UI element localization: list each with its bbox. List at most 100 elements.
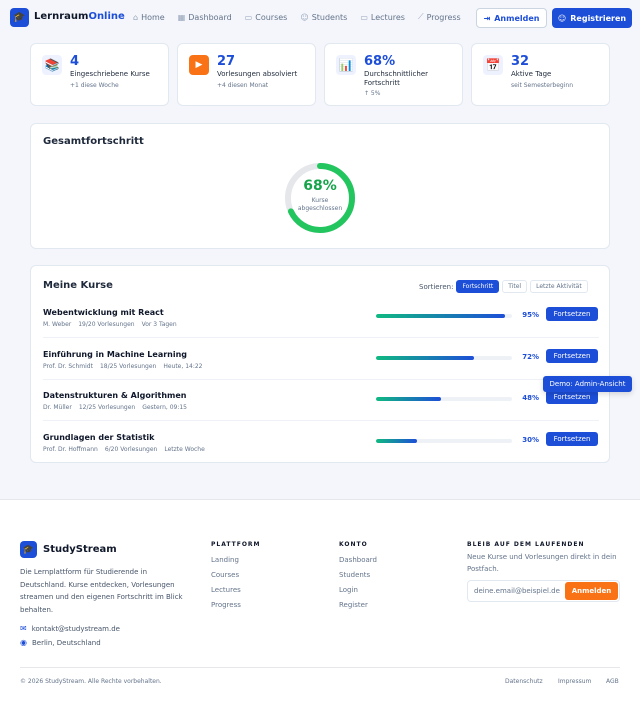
chart-icon: ⟋ xyxy=(417,12,424,21)
footer-divider xyxy=(20,667,620,668)
divider xyxy=(43,337,599,338)
footer-location: ◉ Berlin, Deutschland xyxy=(20,638,101,647)
user-plus-icon: ☺ xyxy=(557,13,567,23)
course-meta: Dr. Müller 12/25 Vorlesungen Gestern, 09:1… xyxy=(43,404,187,411)
newsletter-form: Anmelden xyxy=(467,580,620,602)
progress-ring: 68% Kurse abgeschlossen xyxy=(283,161,357,235)
stat-sub: ↑ 5% xyxy=(364,90,381,97)
bar-chart-icon: 📊 xyxy=(336,55,356,75)
main-nav: ⌂ Home ▦ Dashboard ▭ Courses ☺ Students ▭ Lec… xyxy=(133,12,474,22)
register-button[interactable]: ☺ Registrieren xyxy=(552,8,632,28)
map-pin-icon: ◉ xyxy=(20,638,27,647)
footer: 🎓 StudyStream Die Lernplattform für Stud… xyxy=(0,499,640,701)
overall-progress-card: Gesamtfortschritt 68% Kurse abgeschlosse… xyxy=(30,123,610,249)
course-progress-percent: 95% xyxy=(522,311,539,319)
stat-sub: +1 diese Woche xyxy=(70,82,119,89)
home-icon: ⌂ xyxy=(133,12,139,22)
nav-item-progress[interactable]: ⟋ Progress xyxy=(418,12,461,22)
newsletter-email-input[interactable] xyxy=(468,581,564,601)
footer-newsletter-title: BLEIB AUF DEM LAUFENDEN xyxy=(467,541,585,548)
course-progress-bar xyxy=(376,356,512,360)
nav-item-dashboard[interactable]: ▦ Dashboard xyxy=(178,12,232,22)
stat-value: 27 xyxy=(217,54,236,69)
course-progress-percent: 48% xyxy=(522,394,539,402)
stat-label: Vorlesungen absolviert xyxy=(217,70,298,78)
newsletter-subscribe-button[interactable]: Anmelden xyxy=(565,582,618,600)
overall-progress-title: Gesamtfortschritt xyxy=(43,136,144,147)
nav-item-courses[interactable]: ▭ Courses xyxy=(245,12,288,22)
footer-link-register[interactable]: Register xyxy=(339,601,368,609)
brand-name[interactable]: LernraumOnline xyxy=(34,11,125,22)
sort-controls: Sortieren: Fortschritt Titel Letzte Akti… xyxy=(419,280,588,293)
stat-card-progress: 📊 68% Durchschnittlicher Fortschritt ↑ 5… xyxy=(324,43,463,106)
login-button[interactable]: ⇥ Anmelden xyxy=(476,8,547,28)
footer-link-terms[interactable]: AGB xyxy=(606,678,619,685)
continue-button[interactable]: Fortsetzen xyxy=(546,390,598,404)
stat-label: Eingeschriebene Kurse xyxy=(70,70,150,78)
course-progress-bar xyxy=(376,314,512,318)
sort-label: Sortieren: xyxy=(419,282,454,291)
footer-link-imprint[interactable]: Impressum xyxy=(558,678,591,685)
course-row: Einführung in Machine Learning Prof. Dr.… xyxy=(43,349,599,391)
sort-by-title-button[interactable]: Titel xyxy=(502,280,528,293)
course-progress-fill xyxy=(376,439,417,443)
sort-by-progress-button[interactable]: Fortschritt xyxy=(456,280,500,293)
progress-ring-percent: 68% xyxy=(303,178,337,194)
graduation-cap-icon: 🎓 xyxy=(20,541,37,558)
sort-by-activity-button[interactable]: Letzte Aktivität xyxy=(530,280,588,293)
course-progress-percent: 30% xyxy=(522,436,539,444)
continue-button[interactable]: Fortsetzen xyxy=(546,307,598,321)
play-icon: ▶ xyxy=(189,55,209,75)
stat-sub: seit Semesterbeginn xyxy=(511,82,573,89)
continue-button[interactable]: Fortsetzen xyxy=(546,432,598,446)
my-courses-title: Meine Kurse xyxy=(43,280,113,291)
stat-card-courses: 📚 4 Eingeschriebene Kurse +1 diese Woche xyxy=(30,43,169,106)
stat-label: Durchschnittlicher Fortschritt xyxy=(364,70,428,87)
mail-icon: ✉ xyxy=(20,624,27,633)
footer-account-title: KONTO xyxy=(339,541,368,548)
stat-card-active-days: 📅 32 Aktive Tage seit Semesterbeginn xyxy=(471,43,610,106)
footer-platform-title: PLATTFORM xyxy=(211,541,261,548)
course-title[interactable]: Einführung in Machine Learning xyxy=(43,350,187,359)
stat-card-lectures: ▶ 27 Vorlesungen absolviert +4 diesen Mo… xyxy=(177,43,316,106)
book-icon: ▭ xyxy=(244,12,253,22)
course-progress-bar xyxy=(376,397,512,401)
stat-label: Aktive Tage xyxy=(511,70,552,78)
stat-sub: +4 diesen Monat xyxy=(217,82,269,89)
progress-ring-caption: Kurse abgeschlossen xyxy=(297,197,343,212)
graduation-cap-icon[interactable]: 🎓 xyxy=(10,8,29,27)
nav-item-home[interactable]: ⌂ Home xyxy=(133,12,165,22)
video-icon: ▭ xyxy=(360,12,368,22)
stat-value: 4 xyxy=(70,54,80,69)
users-icon: ☺ xyxy=(300,12,309,22)
books-icon: 📚 xyxy=(42,55,62,75)
footer-email[interactable]: ✉ kontakt@studystream.de xyxy=(20,624,120,633)
course-title[interactable]: Webentwicklung mit React xyxy=(43,308,164,317)
footer-link-progress[interactable]: Progress xyxy=(211,601,241,609)
divider xyxy=(43,379,599,380)
course-progress-percent: 72% xyxy=(522,353,539,361)
continue-button[interactable]: Fortsetzen xyxy=(546,349,598,363)
footer-link-students[interactable]: Students xyxy=(339,571,370,579)
footer-link-lectures[interactable]: Lectures xyxy=(211,586,241,594)
course-progress-fill xyxy=(376,356,474,360)
login-icon: ⇥ xyxy=(483,13,491,23)
my-courses-card: Meine Kurse Sortieren: Fortschritt Titel… xyxy=(30,265,610,463)
nav-item-lectures[interactable]: ▭ Lectures xyxy=(360,12,405,22)
calendar-icon: 📅 xyxy=(483,55,503,75)
footer-link-privacy[interactable]: Datenschutz xyxy=(505,678,543,685)
course-row: Datenstrukturen & Algorithmen Dr. Müller… xyxy=(43,390,599,432)
footer-link-login[interactable]: Login xyxy=(339,586,358,594)
demo-admin-tooltip[interactable]: Demo: Admin-Ansicht xyxy=(543,376,632,392)
footer-newsletter-text: Neue Kurse und Vorlesungen direkt in dei… xyxy=(467,553,617,573)
footer-link-landing[interactable]: Landing xyxy=(211,556,239,564)
nav-item-students[interactable]: ☺ Students xyxy=(300,12,347,22)
course-row: Webentwicklung mit React M. Weber 19/20 V… xyxy=(43,307,599,349)
footer-link-dashboard[interactable]: Dashboard xyxy=(339,556,377,564)
course-title[interactable]: Grundlagen der Statistik xyxy=(43,433,154,442)
footer-link-courses[interactable]: Courses xyxy=(211,571,239,579)
course-row: Grundlagen der Statistik Prof. Dr. Hoffm… xyxy=(43,432,599,474)
top-nav-bar: 🎓 LernraumOnline ⌂ Home ▦ Dashboard ▭ Cours… xyxy=(0,0,640,36)
course-title[interactable]: Datenstrukturen & Algorithmen xyxy=(43,391,186,400)
footer-copyright: © 2026 StudyStream. Alle Rechte vorbehal… xyxy=(20,678,162,685)
